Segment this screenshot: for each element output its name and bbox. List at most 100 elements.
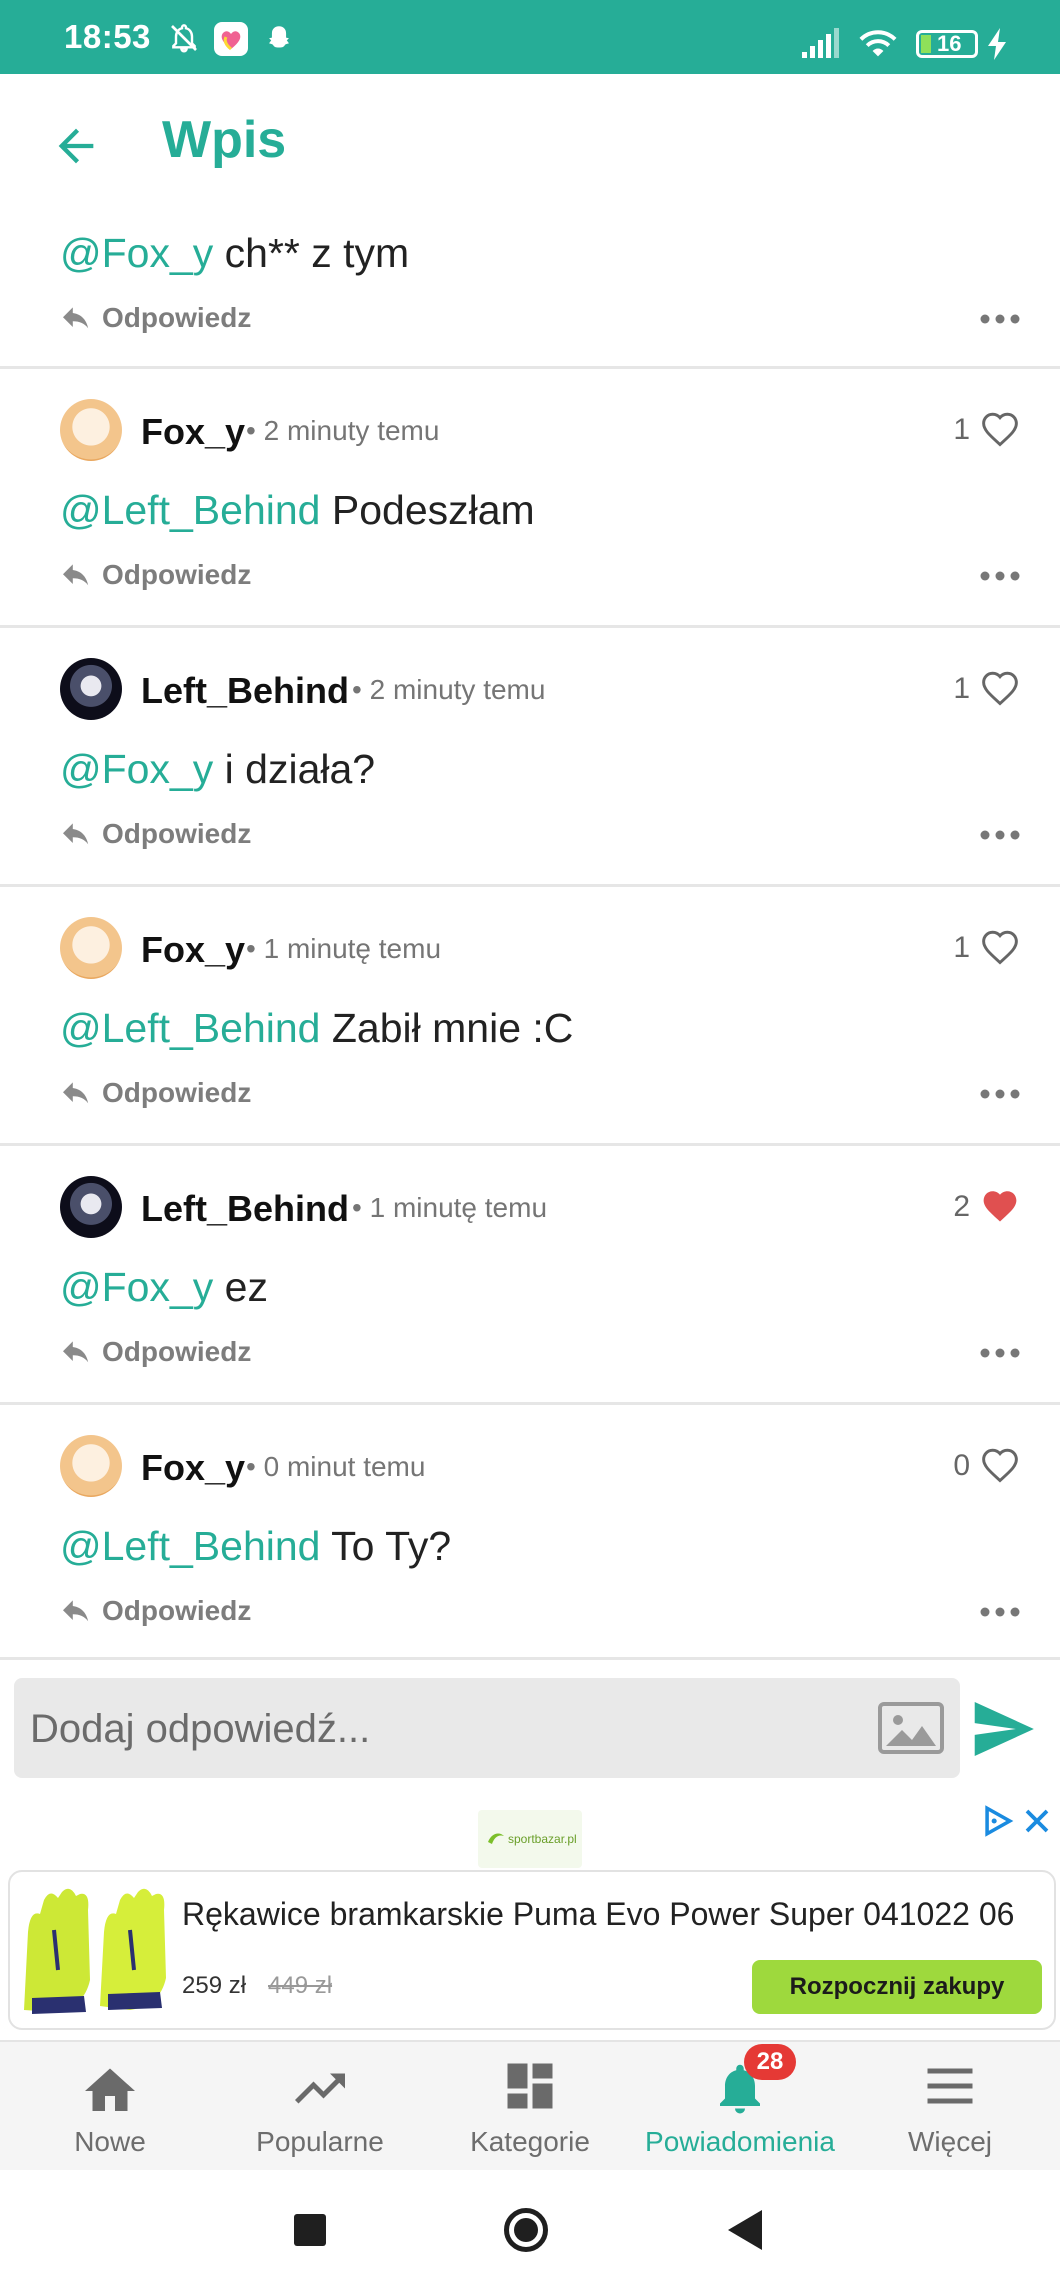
comment-body: @Left_Behind To Ty? bbox=[60, 1523, 451, 1570]
reply-label: Odpowiedz bbox=[102, 1595, 252, 1626]
comment-username[interactable]: Left_Behind bbox=[141, 1188, 349, 1230]
avatar[interactable] bbox=[60, 1435, 122, 1497]
like-count: 1 bbox=[953, 413, 970, 446]
snapchat-icon bbox=[269, 26, 289, 48]
nav-item-kategorie[interactable]: Kategorie bbox=[424, 2042, 636, 2170]
reply-button[interactable]: Odpowiedz bbox=[60, 818, 251, 850]
comment-item: Fox_y • 1 minutę temu 1 @Left_Behind Zab… bbox=[0, 887, 1060, 1146]
reply-composer bbox=[0, 1660, 1060, 1790]
app-notification-icon bbox=[214, 22, 248, 56]
nav-item-popularne[interactable]: Popularne bbox=[214, 2042, 426, 2170]
avatar[interactable] bbox=[60, 1176, 122, 1238]
nav-label: Powiadomienia bbox=[645, 2126, 835, 2157]
comment-mention[interactable]: @Left_Behind bbox=[60, 1523, 320, 1569]
comment-username[interactable]: Left_Behind bbox=[141, 670, 349, 712]
comment-body: @Fox_y ch** z tym bbox=[60, 230, 409, 277]
comment-mention[interactable]: @Fox_y bbox=[60, 1264, 213, 1310]
trending-icon bbox=[295, 2073, 345, 2104]
reply-button[interactable]: Odpowiedz bbox=[60, 1595, 251, 1627]
nav-item-nowe[interactable]: Nowe bbox=[4, 2042, 216, 2170]
bottom-navigation: Nowe Popularne Kategorie Powiadomienia W… bbox=[0, 2040, 1060, 2170]
ad-title: Rękawice bramkarskie Puma Evo Power Supe… bbox=[182, 1896, 1015, 1932]
like-count: 0 bbox=[953, 1449, 970, 1482]
reply-label: Odpowiedz bbox=[102, 1077, 252, 1108]
bell-off-icon bbox=[171, 24, 197, 53]
reply-icon bbox=[63, 1082, 89, 1104]
reply-label: Odpowiedz bbox=[102, 302, 252, 333]
comment-body: @Fox_y ez bbox=[60, 1264, 268, 1311]
avatar[interactable] bbox=[60, 658, 122, 720]
back-button[interactable] bbox=[728, 2210, 764, 2250]
comment-item: Left_Behind • 2 minuty temu 1 @Fox_y i d… bbox=[0, 628, 1060, 887]
avatar[interactable] bbox=[60, 399, 122, 461]
wifi-icon bbox=[859, 30, 897, 57]
reply-button[interactable]: Odpowiedz bbox=[60, 302, 251, 334]
ad-brand-label: sportbazar.pl bbox=[508, 1832, 577, 1846]
more-options-icon[interactable] bbox=[980, 1348, 1020, 1358]
comment-username[interactable]: Fox_y bbox=[141, 411, 245, 453]
app-bar: Wpis bbox=[0, 74, 1060, 214]
comment-username[interactable]: Fox_y bbox=[141, 929, 245, 971]
send-icon[interactable] bbox=[972, 1702, 1034, 1756]
battery-icon: 16 bbox=[916, 30, 978, 58]
status-bar: 18:53 16 bbox=[0, 0, 1060, 74]
image-attach-icon[interactable] bbox=[878, 1702, 944, 1754]
comment-item: Fox_y • 2 minuty temu 1 @Left_Behind Pod… bbox=[0, 369, 1060, 628]
home-button[interactable] bbox=[504, 2208, 548, 2252]
like-count: 1 bbox=[953, 931, 970, 964]
reply-label: Odpowiedz bbox=[102, 559, 252, 590]
comment-text: ch** z tym bbox=[213, 230, 410, 276]
reply-input[interactable] bbox=[28, 1678, 872, 1780]
close-ad-icon[interactable] bbox=[1022, 1806, 1052, 1836]
status-time: 18:53 bbox=[64, 18, 151, 55]
back-arrow-icon[interactable] bbox=[50, 120, 102, 172]
reply-icon bbox=[63, 564, 89, 586]
brand-mark-icon bbox=[488, 1833, 504, 1844]
more-options-icon[interactable] bbox=[980, 1607, 1020, 1617]
nav-label: Więcej bbox=[907, 2126, 992, 2157]
reply-icon bbox=[63, 1341, 89, 1363]
nav-item-powiadomienia[interactable]: Powiadomienia bbox=[634, 2042, 846, 2170]
ad-banner: sportbazar.pl Rękawice bramkarskie Puma … bbox=[0, 1790, 1060, 2040]
more-options-icon[interactable] bbox=[980, 571, 1020, 581]
heart-outline-icon[interactable] bbox=[980, 670, 1020, 706]
avatar[interactable] bbox=[60, 917, 122, 979]
page-title: Wpis bbox=[162, 111, 287, 169]
reply-label: Odpowiedz bbox=[102, 818, 252, 849]
comment-username[interactable]: Fox_y bbox=[141, 1447, 245, 1489]
heart-outline-icon[interactable] bbox=[980, 929, 1020, 965]
comment-item: Left_Behind • 1 minutę temu 2 @Fox_y ez … bbox=[0, 1146, 1060, 1405]
comment-text: Zabił mnie :C bbox=[320, 1005, 574, 1051]
reply-button[interactable]: Odpowiedz bbox=[60, 1077, 251, 1109]
comment-mention[interactable]: @Left_Behind bbox=[60, 487, 320, 533]
comment-timestamp: • 1 minutę temu bbox=[246, 933, 442, 964]
reply-button[interactable]: Odpowiedz bbox=[60, 1336, 251, 1368]
charging-icon bbox=[988, 28, 1006, 60]
like-count: 1 bbox=[953, 672, 970, 705]
heart-filled-icon[interactable] bbox=[980, 1188, 1020, 1224]
signal-icon bbox=[802, 28, 839, 58]
adchoices-icon[interactable] bbox=[980, 1804, 1014, 1838]
reply-label: Odpowiedz bbox=[102, 1336, 252, 1367]
ad-card[interactable]: Rękawice bramkarskie Puma Evo Power Supe… bbox=[8, 1870, 1056, 2030]
heart-outline-icon[interactable] bbox=[980, 411, 1020, 447]
comment-body: @Fox_y i działa? bbox=[60, 746, 375, 793]
heart-outline-icon[interactable] bbox=[980, 1447, 1020, 1483]
comment-text: To Ty? bbox=[320, 1523, 452, 1569]
nav-item-wiecej[interactable]: Więcej bbox=[844, 2042, 1056, 2170]
comment-mention[interactable]: @Fox_y bbox=[60, 746, 213, 792]
comment-timestamp: • 2 minuty temu bbox=[246, 415, 440, 446]
ad-brand-logo[interactable]: sportbazar.pl bbox=[478, 1810, 582, 1868]
recents-button[interactable] bbox=[294, 2214, 326, 2246]
reply-icon bbox=[63, 307, 89, 329]
reply-icon bbox=[63, 1600, 89, 1622]
ad-cta-button[interactable]: Rozpocznij zakupy bbox=[752, 1960, 1042, 2014]
like-count: 2 bbox=[953, 1190, 970, 1223]
more-options-icon[interactable] bbox=[980, 314, 1020, 324]
comment-body: @Left_Behind Zabił mnie :C bbox=[60, 1005, 573, 1052]
more-options-icon[interactable] bbox=[980, 1089, 1020, 1099]
reply-button[interactable]: Odpowiedz bbox=[60, 559, 251, 591]
more-options-icon[interactable] bbox=[980, 830, 1020, 840]
comment-mention[interactable]: @Fox_y bbox=[60, 230, 213, 276]
comment-mention[interactable]: @Left_Behind bbox=[60, 1005, 320, 1051]
